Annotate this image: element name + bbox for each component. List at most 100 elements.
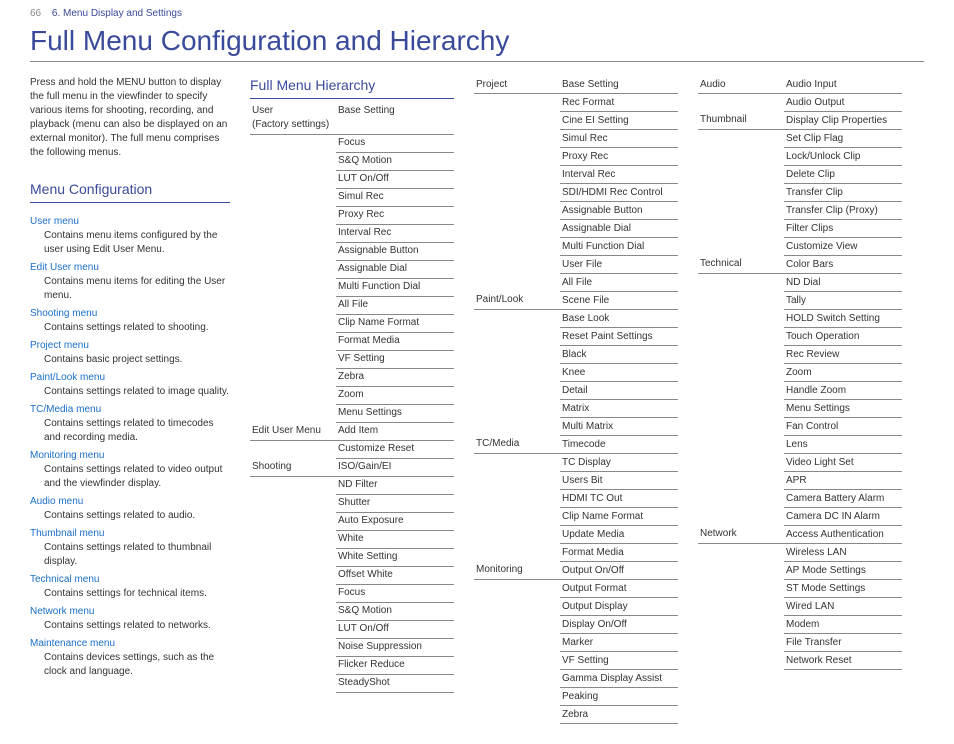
table-row: Simul Rec bbox=[250, 188, 454, 206]
table-row: File Transfer bbox=[698, 634, 902, 652]
menu-item-name[interactable]: Monitoring menu bbox=[30, 450, 104, 461]
hierarchy-item: Camera Battery Alarm bbox=[784, 490, 902, 508]
menu-item: Monitoring menuContains settings related… bbox=[30, 449, 230, 491]
table-row: Touch Operation bbox=[698, 328, 902, 346]
hierarchy-item: VF Setting bbox=[336, 350, 454, 368]
table-row: S&Q Motion bbox=[250, 152, 454, 170]
hierarchy-category bbox=[250, 224, 336, 242]
table-row: Set Clip Flag bbox=[698, 130, 902, 148]
menu-item: Audio menuContains settings related to a… bbox=[30, 495, 230, 523]
hierarchy-category bbox=[250, 584, 336, 602]
menu-item-desc: Contains settings related to thumbnail d… bbox=[44, 541, 230, 569]
hierarchy-item: Offset White bbox=[336, 566, 454, 584]
hierarchy-item: Access Authentication bbox=[784, 526, 902, 544]
hierarchy-item: TC Display bbox=[560, 454, 678, 472]
table-row: Filter Clips bbox=[698, 220, 902, 238]
hierarchy-item: Add Item bbox=[336, 422, 454, 440]
hierarchy-category bbox=[250, 350, 336, 368]
hierarchy-category bbox=[474, 580, 560, 598]
menu-item-name[interactable]: Edit User menu bbox=[30, 262, 99, 273]
table-row: Gamma Display Assist bbox=[474, 670, 678, 688]
menu-item-name[interactable]: TC/Media menu bbox=[30, 404, 101, 415]
hierarchy-item: VF Setting bbox=[560, 652, 678, 670]
table-row: Auto Exposure bbox=[250, 512, 454, 530]
menu-item-name[interactable]: Shooting menu bbox=[30, 308, 97, 319]
hierarchy-item: ND Dial bbox=[784, 274, 902, 292]
hierarchy-item: Base Setting bbox=[336, 103, 454, 135]
section-full-menu-hierarchy: Full Menu Hierarchy bbox=[250, 76, 454, 99]
hierarchy-category bbox=[250, 476, 336, 494]
table-row: SDI/HDMI Rec Control bbox=[474, 184, 678, 202]
table-row: Interval Rec bbox=[250, 224, 454, 242]
hierarchy-category bbox=[250, 278, 336, 296]
hierarchy-category bbox=[698, 400, 784, 418]
hierarchy-item: S&Q Motion bbox=[336, 152, 454, 170]
table-row: Lens bbox=[698, 436, 902, 454]
hierarchy-category bbox=[474, 634, 560, 652]
hierarchy-item: Multi Function Dial bbox=[560, 238, 678, 256]
table-row: Multi Matrix bbox=[474, 418, 678, 436]
hierarchy-item: Assignable Button bbox=[336, 242, 454, 260]
hierarchy-category bbox=[250, 404, 336, 422]
table-row: Zoom bbox=[250, 386, 454, 404]
hierarchy-category bbox=[698, 382, 784, 400]
table-row: Fan Control bbox=[698, 418, 902, 436]
hierarchy-category bbox=[250, 332, 336, 350]
table-row: Audio Output bbox=[698, 94, 902, 112]
table-row: Detail bbox=[474, 382, 678, 400]
hierarchy-category: Thumbnail bbox=[698, 112, 784, 130]
menu-item-name[interactable]: Thumbnail menu bbox=[30, 528, 104, 539]
menu-item-name[interactable]: User menu bbox=[30, 216, 79, 227]
hierarchy-item: Set Clip Flag bbox=[784, 130, 902, 148]
table-row: Interval Rec bbox=[474, 166, 678, 184]
hierarchy-item: Display On/Off bbox=[560, 616, 678, 634]
menu-item-name[interactable]: Maintenance menu bbox=[30, 638, 115, 649]
menu-item-name[interactable]: Paint/Look menu bbox=[30, 372, 105, 383]
hierarchy-category: Shooting bbox=[250, 458, 336, 476]
table-row: TC Display bbox=[474, 454, 678, 472]
hierarchy-item: Output Display bbox=[560, 598, 678, 616]
hierarchy-category bbox=[698, 202, 784, 220]
hierarchy-item: Flicker Reduce bbox=[336, 656, 454, 674]
hierarchy-category bbox=[250, 494, 336, 512]
table-row: User File bbox=[474, 256, 678, 274]
hierarchy-category bbox=[474, 94, 560, 112]
hierarchy-category bbox=[698, 130, 784, 148]
table-row: TechnicalColor Bars bbox=[698, 256, 902, 274]
table-row: HOLD Switch Setting bbox=[698, 310, 902, 328]
hierarchy-category bbox=[474, 490, 560, 508]
table-row: Wired LAN bbox=[698, 598, 902, 616]
menu-item-name[interactable]: Technical menu bbox=[30, 574, 99, 585]
hierarchy-item: Focus bbox=[336, 584, 454, 602]
hierarchy-category bbox=[474, 364, 560, 382]
hierarchy-item: Display Clip Properties bbox=[784, 112, 902, 130]
page-title: Full Menu Configuration and Hierarchy bbox=[30, 25, 924, 62]
menu-item-desc: Contains settings related to networks. bbox=[44, 619, 230, 633]
hierarchy-item: Timecode bbox=[560, 436, 678, 454]
menu-item-desc: Contains menu items for editing the User… bbox=[44, 275, 230, 303]
table-row: Black bbox=[474, 346, 678, 364]
hierarchy-category bbox=[474, 544, 560, 562]
hierarchy-category bbox=[698, 562, 784, 580]
table-row: Cine EI Setting bbox=[474, 112, 678, 130]
hierarchy-category bbox=[250, 620, 336, 638]
menu-item-name[interactable]: Audio menu bbox=[30, 496, 83, 507]
hierarchy-item: All File bbox=[560, 274, 678, 292]
hierarchy-category bbox=[698, 364, 784, 382]
hierarchy-item: Wired LAN bbox=[784, 598, 902, 616]
table-row: Video Light Set bbox=[698, 454, 902, 472]
hierarchy-item: Interval Rec bbox=[336, 224, 454, 242]
hierarchy-category bbox=[250, 674, 336, 692]
hierarchy-category bbox=[474, 526, 560, 544]
menu-item-name[interactable]: Network menu bbox=[30, 606, 94, 617]
hierarchy-category bbox=[250, 152, 336, 170]
table-row: User(Factory settings)Base Setting bbox=[250, 103, 454, 135]
hierarchy-category bbox=[698, 418, 784, 436]
hierarchy-category bbox=[250, 512, 336, 530]
hierarchy-item: Knee bbox=[560, 364, 678, 382]
section-menu-configuration: Menu Configuration bbox=[30, 180, 230, 203]
hierarchy-item: Format Media bbox=[560, 544, 678, 562]
menu-item-name[interactable]: Project menu bbox=[30, 340, 89, 351]
hierarchy-item: Base Look bbox=[560, 310, 678, 328]
table-row: Reset Paint Settings bbox=[474, 328, 678, 346]
